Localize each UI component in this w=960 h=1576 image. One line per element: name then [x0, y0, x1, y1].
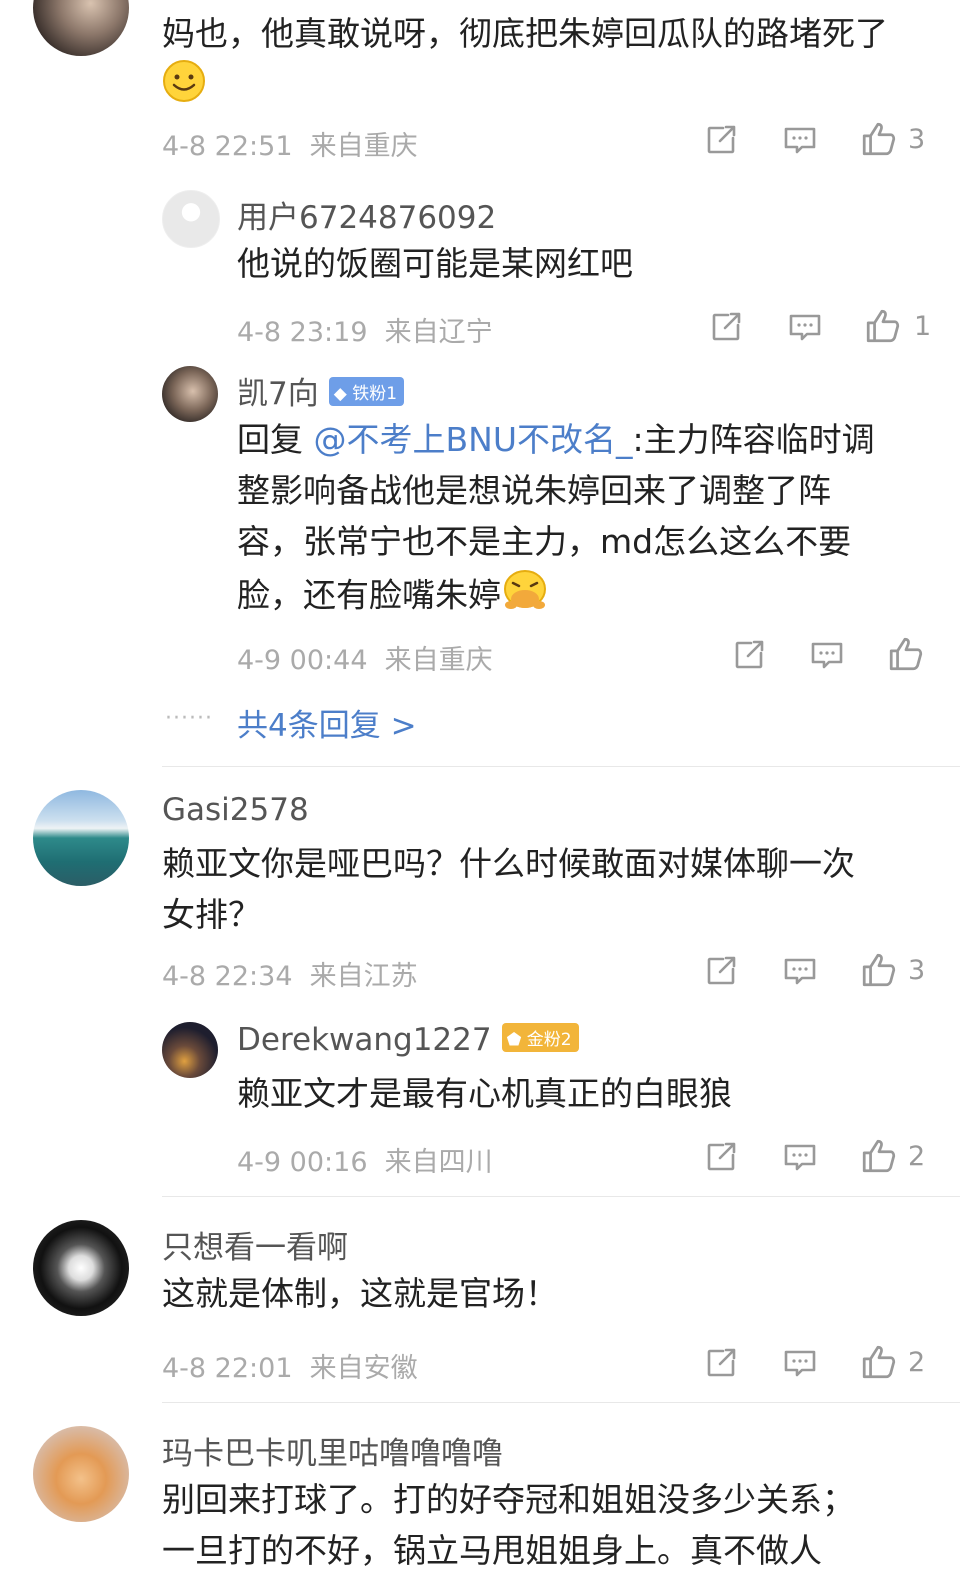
reply-button[interactable]: [782, 122, 818, 158]
reply-button[interactable]: [809, 637, 845, 673]
like-icon: [860, 951, 898, 989]
comment-icon: [782, 953, 818, 989]
smile-emoji: [162, 59, 206, 117]
reply-username[interactable]: Derekwang1227 ⬟ 金粉2: [237, 1022, 579, 1058]
avatar[interactable]: [162, 190, 220, 248]
like-button[interactable]: 2: [860, 1343, 925, 1381]
avatar[interactable]: [162, 1022, 218, 1078]
comment-text: 这就是体制，这就是官场！: [162, 1274, 558, 1313]
reply-meta: 4-9 00:16 来自四川: [237, 1147, 493, 1178]
more-replies-link[interactable]: 共4条回复 >: [237, 700, 417, 745]
comment-text: 妈也，他真敢说呀，彻底把朱婷回瓜队的路堵死了: [162, 8, 922, 117]
reply-meta: 4-9 00:44 来自重庆: [237, 645, 493, 676]
share-icon: [703, 1139, 739, 1175]
reply-button[interactable]: [782, 1139, 818, 1175]
like-count: 2: [908, 1346, 926, 1378]
like-icon: [860, 1343, 898, 1381]
username[interactable]: 只想看一看啊: [162, 1222, 348, 1267]
more-dots: ······: [165, 706, 213, 731]
share-button[interactable]: [703, 122, 739, 158]
reply-text: 回复 @不考上BNU不改名_:主力阵容临时调 整影响备战他是想说朱婷回来了调整了…: [237, 414, 937, 627]
comment-icon: [782, 1139, 818, 1175]
like-count: 3: [908, 123, 926, 155]
share-button[interactable]: [703, 1345, 739, 1381]
share-button[interactable]: [703, 953, 739, 989]
divider: [162, 1402, 960, 1403]
mention-link[interactable]: @不考上BNU不改名_: [314, 420, 633, 459]
fan-badge: ◆ 铁粉1: [328, 377, 405, 406]
comment-meta: 4-8 22:51 来自重庆: [162, 131, 418, 162]
fan-badge: ⬟ 金粉2: [501, 1023, 579, 1052]
reply-meta: 4-8 23:19 来自辽宁: [237, 317, 493, 348]
avatar[interactable]: [162, 366, 218, 422]
reply-button[interactable]: [782, 1345, 818, 1381]
divider: [162, 1196, 960, 1197]
share-icon: [731, 637, 767, 673]
like-icon: [887, 635, 925, 673]
comment-meta: 4-8 22:01 来自安徽: [162, 1353, 418, 1384]
share-icon: [703, 122, 739, 158]
like-button[interactable]: 1: [864, 307, 931, 345]
comment-icon: [782, 122, 818, 158]
reply-username[interactable]: 凯7向 ◆ 铁粉1: [237, 368, 405, 413]
share-icon: [708, 309, 744, 345]
like-icon: [860, 1137, 898, 1175]
share-button[interactable]: [703, 1139, 739, 1175]
like-icon: [860, 120, 898, 158]
comment-text: 别回来打球了。打的好夺冠和姐姐没多少关系； 一旦打的不好，锅立马甩姐姐身上。真不…: [162, 1480, 855, 1570]
comment-icon: [782, 1345, 818, 1381]
like-count: 2: [908, 1140, 926, 1172]
reply-button[interactable]: [782, 953, 818, 989]
avatar[interactable]: [33, 1426, 129, 1522]
reply-button[interactable]: [787, 309, 823, 345]
like-count: 1: [914, 310, 932, 342]
avatar[interactable]: [33, 1220, 129, 1316]
share-button[interactable]: [731, 637, 767, 673]
share-icon: [703, 1345, 739, 1381]
avatar[interactable]: [33, 0, 129, 56]
like-count: 3: [908, 954, 926, 986]
username[interactable]: Gasi2578: [162, 792, 309, 828]
comment-meta: 4-8 22:34 来自江苏: [162, 961, 418, 992]
like-button[interactable]: 3: [860, 951, 925, 989]
share-button[interactable]: [708, 309, 744, 345]
comment-icon: [787, 309, 823, 345]
like-icon: [864, 307, 902, 345]
reply-username[interactable]: 用户6724876092: [237, 192, 496, 237]
divider: [162, 766, 960, 767]
like-button[interactable]: [887, 635, 925, 673]
vomit-emoji: [501, 567, 549, 627]
reply-text: 赖亚文才是最有心机真正的白眼狼: [237, 1074, 732, 1113]
avatar[interactable]: [33, 790, 129, 886]
share-icon: [703, 953, 739, 989]
username[interactable]: 玛卡巴卡叽里咕噜噜噜噜: [162, 1428, 503, 1473]
reply-text: 他说的饭圈可能是某网红吧: [237, 244, 633, 283]
like-button[interactable]: 2: [860, 1137, 925, 1175]
comment-text: 赖亚文你是哑巴吗？什么时候敢面对媒体聊一次 女排？: [162, 844, 855, 934]
like-button[interactable]: 3: [860, 120, 925, 158]
comment-icon: [809, 637, 845, 673]
